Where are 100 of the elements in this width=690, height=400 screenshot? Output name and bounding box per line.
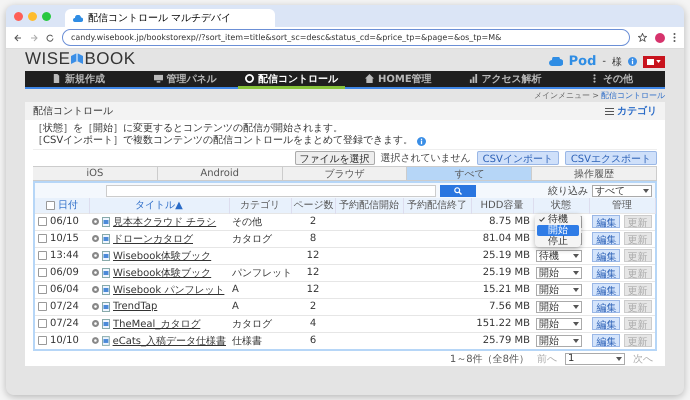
tab[interactable]: 操作履歴 — [532, 166, 657, 181]
more-icon[interactable] — [673, 33, 676, 42]
column-header: 予約配信終了 — [403, 198, 471, 213]
row-checkbox[interactable] — [38, 284, 47, 294]
page-select[interactable]: 1 — [565, 352, 625, 364]
date-text: 13:44 — [50, 250, 79, 261]
category-text: その他 — [232, 216, 262, 228]
menu-item[interactable]: 待機 — [537, 214, 579, 224]
title-link[interactable]: ドローンカタログ — [113, 232, 193, 246]
edit-button[interactable]: 編集 — [592, 232, 620, 244]
column-header[interactable]: 日付 — [35, 198, 89, 213]
nav-item[interactable]: HOME管理 — [345, 71, 452, 89]
page-count: 4 — [310, 318, 316, 329]
status-select[interactable]: 開始 — [536, 300, 582, 312]
title-link[interactable]: TheMeal_カタログ — [113, 316, 200, 330]
logo-text: WISE — [25, 49, 70, 69]
status-select[interactable]: 開始 — [536, 266, 582, 278]
square-icon — [647, 58, 654, 64]
star-icon[interactable] — [638, 33, 647, 42]
browser-tab[interactable]: 配信コントロール マルチデバイ — [65, 9, 275, 27]
search-icon — [454, 186, 462, 194]
breadcrumb-link[interactable]: 配信コントロール — [601, 90, 665, 101]
row-checkbox[interactable] — [38, 318, 47, 328]
status-select[interactable]: 開始 — [536, 318, 582, 330]
row-checkbox[interactable] — [38, 302, 47, 311]
file-select-button[interactable]: ファイルを選択 — [294, 151, 375, 165]
title-link[interactable]: Wisebook体験ブック — [113, 248, 212, 262]
column-header: 予約配信開始 — [335, 198, 403, 213]
row-checkbox[interactable] — [38, 268, 47, 277]
file-size: 7.56 MB — [489, 301, 530, 312]
file-status-text: 選択されていません — [380, 152, 471, 165]
result-count: 1～8件（全8件） — [450, 352, 529, 366]
edit-button[interactable]: 編集 — [592, 282, 620, 296]
user-name: - — [602, 56, 606, 67]
info-icon — [417, 136, 426, 146]
bar-chart-icon — [468, 74, 478, 83]
menu-item[interactable]: 停止 — [537, 236, 579, 246]
search-field[interactable] — [106, 184, 436, 196]
status-select[interactable]: 待機 — [536, 250, 582, 262]
edit-button[interactable]: 編集 — [592, 248, 620, 262]
file-size: 151.22 MB — [476, 318, 530, 329]
edit-button[interactable]: 編集 — [592, 266, 620, 278]
column-header: カテゴリ — [229, 198, 291, 213]
page-count: 12 — [306, 267, 320, 278]
close-window-icon[interactable] — [14, 12, 23, 20]
title-link[interactable]: TrendTap — [113, 301, 158, 312]
address-bar[interactable]: candy.wisebook.jp/bookstorexp//?sort_item=title&sort_sc=desc&status_cd=&price_tp=&page=&os_tp=M& — [62, 29, 630, 46]
title-link[interactable]: Wisebook体験ブック — [113, 266, 212, 280]
nav-item[interactable]: 配信コントロール — [238, 71, 346, 89]
house-icon — [365, 74, 374, 83]
file-size: 8.75 MB — [489, 216, 530, 227]
edit-button[interactable]: 編集 — [592, 214, 620, 228]
tab[interactable]: Android — [158, 166, 283, 181]
notice-text: ［CSVインポート］で複数コンテンツの配信コントロールをまとめて登録できます。 — [33, 135, 414, 147]
edit-button[interactable]: 編集 — [592, 334, 620, 347]
nav-item[interactable]: その他 — [558, 71, 666, 89]
date-text: 07/24 — [50, 301, 79, 312]
avatar-icon[interactable] — [655, 32, 665, 42]
column-header[interactable]: タイトル▲ — [89, 198, 229, 213]
caret-icon — [573, 288, 579, 292]
nav-item[interactable]: 新規作成 — [25, 71, 132, 89]
column-header: 状態 — [533, 198, 589, 213]
status-select[interactable]: 開始 — [536, 334, 582, 347]
caret-icon — [573, 304, 579, 308]
row-checkbox[interactable] — [38, 336, 47, 346]
title-link[interactable]: eCats_入稿データ仕様書 — [112, 334, 226, 348]
menu-item[interactable]: 開始 — [537, 224, 579, 236]
user-suffix: 様 — [612, 56, 622, 68]
date-text: 10/10 — [50, 335, 79, 346]
monitor-icon — [154, 74, 162, 83]
filter-select[interactable]: すべて — [592, 184, 652, 196]
title-link[interactable]: Wisebook パンフレット — [113, 282, 224, 296]
edit-button[interactable]: 編集 — [592, 316, 620, 330]
search-button[interactable] — [440, 184, 476, 196]
csv-export-button[interactable]: CSVエクスポート — [564, 151, 657, 165]
status-select[interactable]: 開始 — [536, 284, 582, 296]
caret-icon — [616, 356, 622, 360]
zoom-window-icon[interactable] — [42, 12, 51, 20]
edit-button[interactable]: 編集 — [592, 300, 620, 312]
nav-item[interactable]: 管理パネル — [132, 71, 238, 89]
row-checkbox[interactable] — [38, 216, 47, 226]
filter-label: 絞り込み — [548, 184, 588, 198]
tab[interactable]: iOS — [33, 166, 158, 181]
nav-item[interactable]: アクセス解析 — [452, 71, 558, 89]
forward-icon[interactable] — [30, 34, 38, 42]
reload-icon[interactable] — [46, 34, 54, 42]
account-menu-button[interactable] — [643, 56, 665, 68]
column-header: HDD容量 — [471, 198, 533, 213]
back-icon[interactable] — [14, 34, 22, 42]
tab[interactable]: すべて — [407, 166, 532, 181]
title-link[interactable]: 見本本クラウド チラシ — [113, 214, 216, 228]
page-count: 2 — [310, 216, 316, 227]
category-link[interactable]: カテゴリ — [605, 104, 657, 118]
page-count: 2 — [310, 301, 316, 312]
row-checkbox[interactable] — [38, 250, 47, 260]
cloud-icon — [73, 14, 83, 22]
select-all-checkbox[interactable] — [46, 201, 55, 210]
tab[interactable]: ブラウザ — [282, 166, 408, 181]
row-checkbox[interactable] — [38, 234, 47, 243]
csv-import-button[interactable]: CSVインポート — [476, 151, 559, 165]
